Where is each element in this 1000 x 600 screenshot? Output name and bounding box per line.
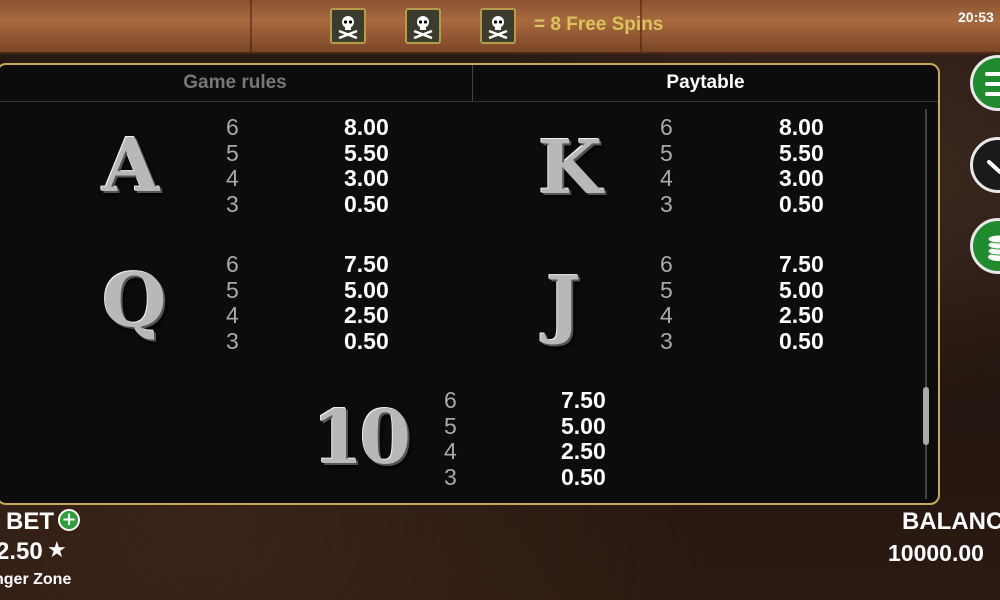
symbol-j: J [546,261,581,347]
skull-crossbones-icon [330,8,366,44]
payout-column: 7.50 5.00 2.50 0.50 [779,251,824,354]
increase-bet-button[interactable]: + [58,509,80,531]
skull-crossbones-icon [480,8,516,44]
payout-column: 7.50 5.00 2.50 0.50 [344,251,389,354]
star-icon[interactable]: ★ [47,538,67,563]
symbol-a: A [102,123,159,209]
payout-column: 7.50 5.00 2.50 0.50 [561,387,606,490]
scrollbar-thumb[interactable] [923,387,929,445]
count-column: 6543 [226,114,239,217]
symbol-10: 10 [312,395,411,481]
menu-button[interactable] [970,55,1000,111]
symbol-q: Q [102,258,167,344]
zone-label: nger Zone [0,571,72,588]
count-column: 6543 [660,251,673,354]
symbol-k: K [538,125,602,211]
collapse-button[interactable] [970,137,1000,193]
free-spins-info: = 8 Free Spins [534,14,664,35]
skull-crossbones-icon [405,8,441,44]
count-column: 6543 [444,387,457,490]
count-column: 6543 [226,251,239,354]
hamburger-icon [985,72,1000,96]
tab-bar: Game rules Paytable [0,65,938,102]
payout-column: 8.00 5.50 3.00 0.50 [779,114,824,217]
clock: 20:53 [958,9,994,25]
paytable-scrollbar[interactable] [922,109,930,499]
info-panel: Game rules Paytable A 6543 8.00 5.50 3.00 0… [0,63,940,505]
bet-label: BET [6,508,54,535]
tab-game-rules[interactable]: Game rules [0,65,473,101]
banner-plank-seam [250,0,252,52]
count-column: 6543 [660,114,673,217]
payout-column: 8.00 5.50 3.00 0.50 [344,114,389,217]
tab-paytable[interactable]: Paytable [473,65,938,101]
balance-value: 10000.00 [888,540,984,566]
chevron-down-icon [987,160,1000,174]
bet-settings-button[interactable] [970,218,1000,274]
bet-value: 2.50 [0,538,43,565]
balance-label: BALANC [902,508,1000,535]
coins-icon [987,234,1000,261]
